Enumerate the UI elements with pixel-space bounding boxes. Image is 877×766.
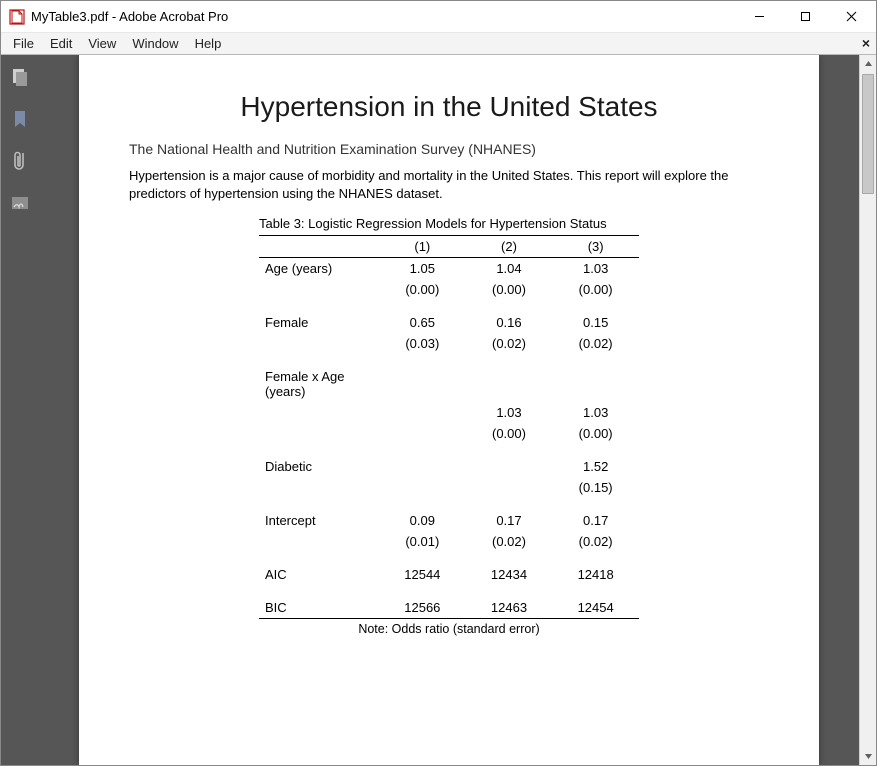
model-header: (1) [379, 236, 466, 258]
signatures-icon[interactable] [8, 191, 32, 215]
document-area[interactable]: Hypertension in the United States The Na… [39, 55, 859, 765]
model-header: (2) [466, 236, 553, 258]
doc-subtitle: The National Health and Nutrition Examin… [129, 141, 769, 157]
menu-file[interactable]: File [5, 34, 42, 53]
menubar: File Edit View Window Help × [1, 33, 876, 55]
scroll-thumb[interactable] [862, 74, 874, 194]
table-row: (0.15) [259, 477, 639, 498]
table-row: 1.03 1.03 [259, 402, 639, 423]
table-row: Diabetic 1.52 [259, 456, 639, 477]
titlebar: MyTable3.pdf - Adobe Acrobat Pro [1, 1, 876, 33]
regression-table: Table 3: Logistic Regression Models for … [259, 214, 639, 639]
table-note: Note: Odds ratio (standard error) [259, 619, 639, 640]
table-row: (0.01) (0.02) (0.02) [259, 531, 639, 552]
close-button[interactable] [828, 1, 874, 33]
bookmark-icon[interactable] [8, 107, 32, 131]
minimize-button[interactable] [736, 1, 782, 33]
table-row: (0.03) (0.02) (0.02) [259, 333, 639, 354]
app-icon [9, 9, 25, 25]
table-row: AIC 12544 12434 12418 [259, 564, 639, 585]
table-row: Female 0.65 0.16 0.15 [259, 312, 639, 333]
table-row: BIC 12566 12463 12454 [259, 597, 639, 619]
window-controls [736, 1, 874, 33]
maximize-button[interactable] [782, 1, 828, 33]
attachments-icon[interactable] [8, 149, 32, 173]
window-title: MyTable3.pdf - Adobe Acrobat Pro [31, 9, 736, 24]
vertical-scrollbar[interactable] [859, 55, 876, 765]
doc-paragraph: Hypertension is a major cause of morbidi… [129, 167, 769, 202]
pages-icon[interactable] [8, 65, 32, 89]
table-row: Intercept 0.09 0.17 0.17 [259, 510, 639, 531]
table-header-row: (1) (2) (3) [259, 236, 639, 258]
scroll-down-icon[interactable] [860, 748, 876, 765]
menu-view[interactable]: View [80, 34, 124, 53]
menu-window[interactable]: Window [124, 34, 186, 53]
menu-help[interactable]: Help [187, 34, 230, 53]
navigation-pane [1, 55, 39, 765]
table-row: Age (years) 1.05 1.04 1.03 [259, 258, 639, 280]
workspace: Hypertension in the United States The Na… [1, 55, 876, 765]
doc-title: Hypertension in the United States [129, 91, 769, 123]
table-row: (0.00) (0.00) (0.00) [259, 279, 639, 300]
model-header: (3) [552, 236, 639, 258]
scroll-up-icon[interactable] [860, 55, 876, 72]
table-caption: Table 3: Logistic Regression Models for … [259, 214, 639, 236]
pdf-page: Hypertension in the United States The Na… [79, 55, 819, 765]
menu-edit[interactable]: Edit [42, 34, 80, 53]
document-close-icon[interactable]: × [862, 35, 870, 51]
scroll-track[interactable] [860, 72, 876, 748]
table-row: Female x Age (years) [259, 366, 639, 402]
table-row: (0.00) (0.00) [259, 423, 639, 444]
